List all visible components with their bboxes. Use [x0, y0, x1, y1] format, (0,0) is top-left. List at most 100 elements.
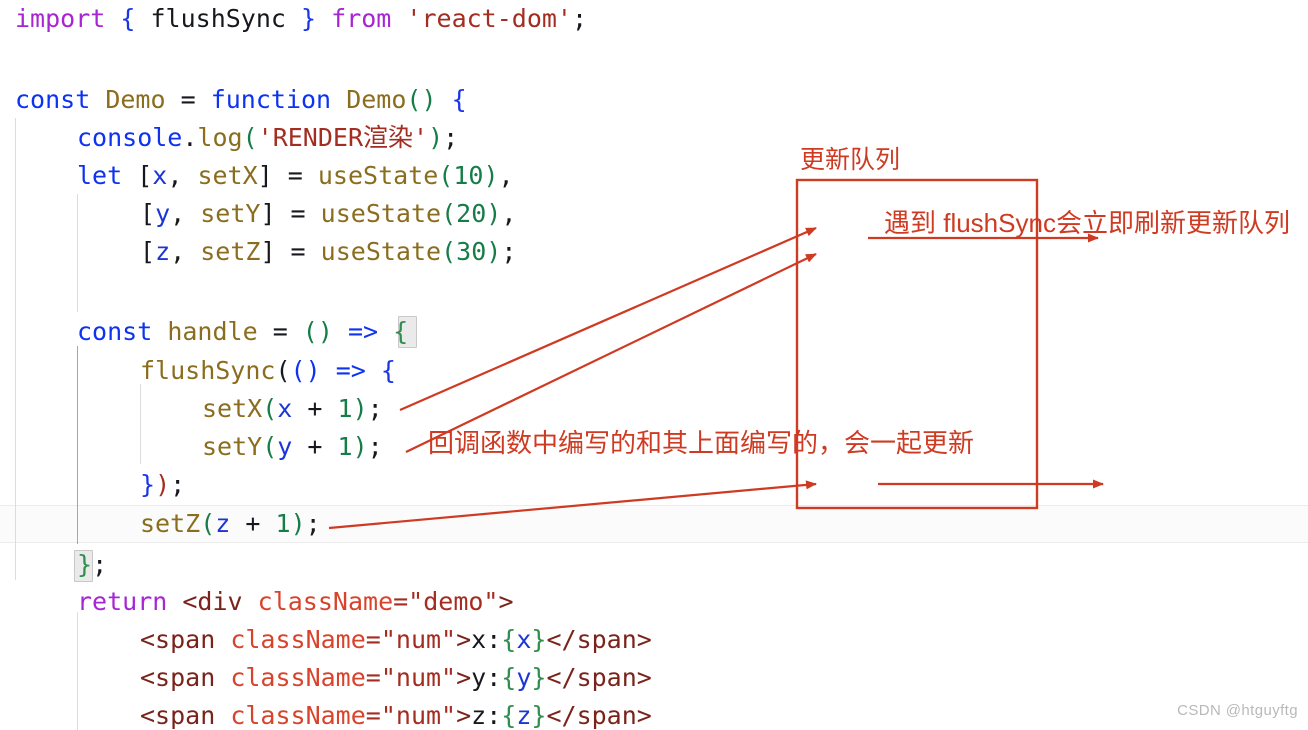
token-brace: {: [501, 701, 517, 730]
token-tag: >: [456, 701, 472, 730]
token-keyword: function: [210, 85, 332, 114]
token-tag: </span>: [546, 701, 652, 730]
code-line[interactable]: [y, setY] = useState(20),: [140, 195, 516, 233]
token-variable: y: [277, 432, 293, 461]
token-paren: ): [155, 470, 171, 499]
token-keyword: let: [77, 161, 123, 190]
token-paren: (): [302, 317, 333, 346]
token-brace: }: [531, 625, 547, 654]
watermark: CSDN @htguyftg: [1177, 702, 1298, 719]
token-arrow: =>: [335, 356, 366, 385]
code-line[interactable]: <span className="num">z:{z}</span>: [140, 697, 652, 730]
token-number: 30: [456, 237, 487, 266]
token-method: log: [197, 123, 243, 152]
token-function: setX: [202, 394, 263, 423]
token-variable: x: [277, 394, 293, 423]
token-keyword: return: [77, 587, 168, 616]
token-tag: >: [456, 663, 472, 692]
token-brace: }: [531, 663, 547, 692]
code-line[interactable]: let [x, setX] = useState(10),: [77, 157, 514, 195]
token-tag: </span>: [546, 663, 652, 692]
token-attribute-value: ="num": [365, 625, 457, 654]
token-function: useState: [320, 237, 442, 266]
code-line[interactable]: const Demo = function Demo() {: [15, 81, 467, 119]
token-paren: ): [290, 509, 306, 538]
token-paren: ): [428, 123, 444, 152]
token-object: console: [77, 123, 183, 152]
token-variable: z: [215, 509, 231, 538]
token-function: setY: [202, 432, 263, 461]
token-function: useState: [317, 161, 439, 190]
token-identifier: Demo: [105, 85, 166, 114]
code-line[interactable]: [z, setZ] = useState(30);: [140, 233, 516, 271]
token-identifier: flushSync: [135, 4, 302, 33]
indent-guide-level-2b: [77, 612, 78, 730]
token-identifier: Demo: [346, 85, 407, 114]
token-tag: >: [456, 625, 472, 654]
token-brace: {: [451, 85, 467, 114]
token-identifier: setZ: [200, 237, 261, 266]
token-identifier: setY: [200, 199, 261, 228]
token-keyword: const: [15, 85, 91, 114]
code-line[interactable]: setX(x + 1);: [202, 390, 383, 428]
code-line[interactable]: setY(y + 1);: [202, 428, 383, 466]
token-brace: }: [531, 701, 547, 730]
token-paren: ): [352, 432, 368, 461]
token-brace: {: [393, 317, 409, 346]
token-paren: ): [486, 199, 502, 228]
token-keyword: import: [15, 4, 106, 33]
indent-guide-level-2-active: [77, 346, 78, 544]
token-number: 10: [453, 161, 484, 190]
token-function: useState: [320, 199, 442, 228]
code-line[interactable]: setZ(z + 1);: [140, 505, 321, 543]
code-line[interactable]: import { flushSync } from 'react-dom';: [15, 0, 587, 38]
token-string: 'react-dom': [406, 4, 572, 33]
token-brace: }: [301, 4, 317, 33]
token-number: 1: [275, 509, 291, 538]
token-paren: (: [438, 161, 454, 190]
token-paren: (): [290, 356, 321, 385]
code-line[interactable]: });: [140, 466, 185, 504]
token-paren: (: [242, 123, 258, 152]
token-brace: }: [77, 550, 93, 579]
token-tag: <span: [140, 625, 216, 654]
token-brace: {: [380, 356, 396, 385]
token-paren: ): [483, 161, 499, 190]
token-attribute: className: [230, 663, 366, 692]
token-arrow: =>: [347, 317, 379, 346]
token-number: 1: [337, 394, 353, 423]
token-string: 'RENDER渲染': [257, 123, 429, 152]
indent-guide-level-1: [15, 118, 16, 580]
token-paren: ): [486, 237, 502, 266]
code-line[interactable]: return <div className="demo">: [77, 583, 514, 621]
code-line[interactable]: flushSync(() => {: [140, 352, 396, 390]
token-identifier: setX: [197, 161, 258, 190]
token-variable: z: [516, 701, 532, 730]
token-brace: {: [501, 625, 517, 654]
code-line[interactable]: const handle = () => {: [77, 313, 408, 351]
code-editor[interactable]: import { flushSync } from 'react-dom'; c…: [0, 0, 1308, 730]
token-attribute: className: [257, 587, 394, 616]
indent-guide-level-2a: [77, 194, 78, 312]
token-keyword: const: [77, 317, 153, 346]
token-attribute: className: [230, 625, 366, 654]
token-tag: <div: [182, 587, 243, 616]
token-number: 20: [456, 199, 487, 228]
token-variable: x: [516, 625, 532, 654]
token-tag: <span: [140, 701, 216, 730]
token-brace: {: [120, 4, 136, 33]
token-paren: (: [262, 394, 278, 423]
token-paren: (): [406, 85, 437, 114]
token-keyword: from: [331, 4, 392, 33]
code-line[interactable]: console.log('RENDER渲染');: [77, 119, 458, 157]
token-attribute-value: ="num": [365, 663, 457, 692]
code-line[interactable]: <span className="num">x:{x}</span>: [140, 621, 652, 659]
token-tag: >: [498, 587, 514, 616]
code-line[interactable]: <span className="num">y:{y}</span>: [140, 659, 652, 697]
indent-guide-level-3: [140, 384, 141, 464]
token-variable: y: [516, 663, 532, 692]
token-number: 1: [337, 432, 353, 461]
code-line[interactable]: };: [77, 546, 107, 584]
token-paren: (: [262, 432, 278, 461]
token-paren: (: [441, 237, 457, 266]
